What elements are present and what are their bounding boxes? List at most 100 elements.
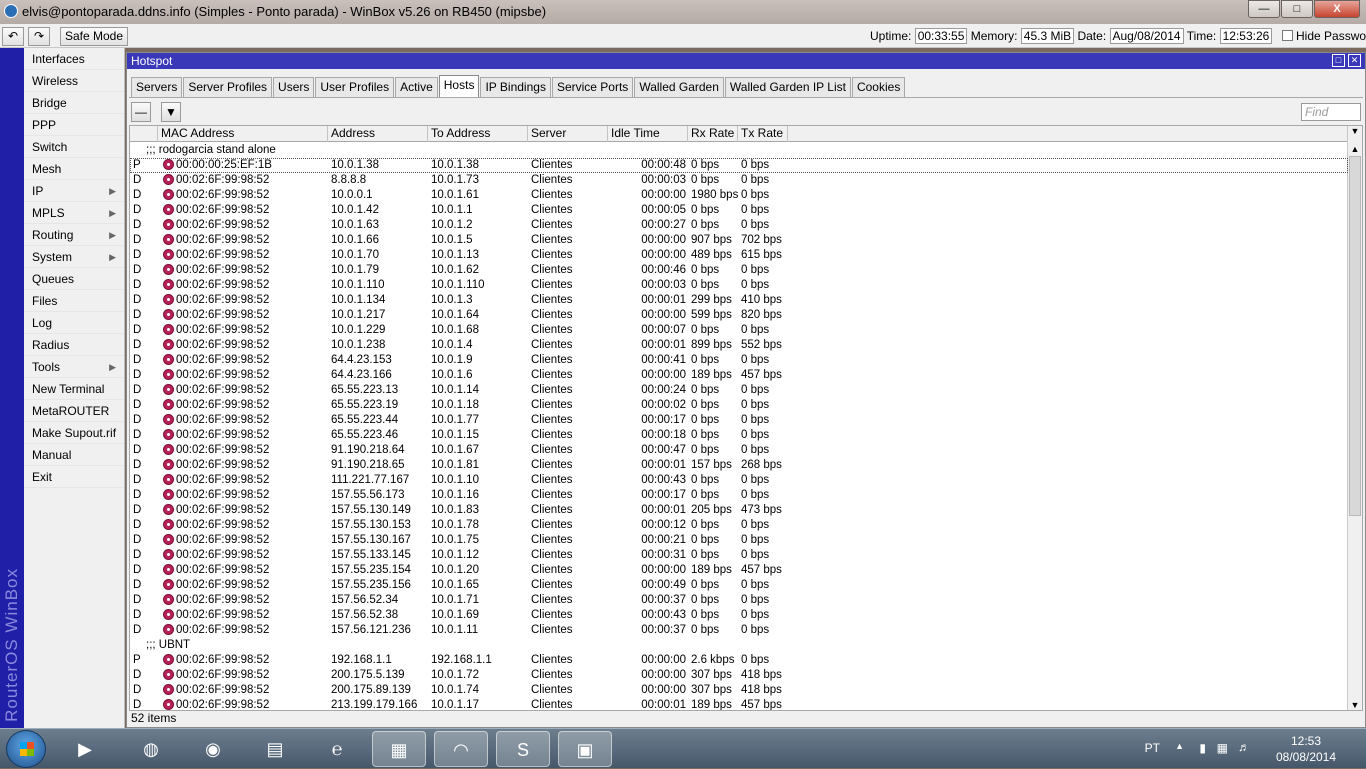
- table-row[interactable]: D 00:02:6F:99:98:52 10.0.0.1 10.0.1.61 Clien…: [130, 188, 1348, 203]
- column-header-idle-time[interactable]: Idle Time: [608, 126, 688, 142]
- filter-icon[interactable]: ▼: [161, 102, 181, 122]
- volume-icon[interactable]: ♬: [1238, 740, 1250, 754]
- table-row[interactable]: D 00:02:6F:99:98:52 10.0.1.42 10.0.1.1 Clien…: [130, 203, 1348, 218]
- table-row[interactable]: D 00:02:6F:99:98:52 91.190.218.64 10.0.1.67…: [130, 443, 1348, 458]
- menu-item-ppp[interactable]: PPP: [24, 114, 124, 136]
- table-row[interactable]: D 00:02:6F:99:98:52 10.0.1.229 10.0.1.68 Cli…: [130, 323, 1348, 338]
- table-row[interactable]: D 00:02:6F:99:98:52 10.0.1.66 10.0.1.5 Clien…: [130, 233, 1348, 248]
- remote-desktop-icon[interactable]: ▦: [372, 731, 426, 767]
- menu-item-mpls[interactable]: MPLS ▶: [24, 202, 124, 224]
- menu-item-exit[interactable]: Exit: [24, 466, 124, 488]
- column-header-server[interactable]: Server: [528, 126, 608, 142]
- tab-service-ports[interactable]: Service Ports: [551, 77, 634, 98]
- column-header-tx-rate[interactable]: Tx Rate: [738, 126, 788, 142]
- table-row[interactable]: D 00:02:6F:99:98:52 91.190.218.65 10.0.1.81…: [130, 458, 1348, 473]
- tab-servers[interactable]: Servers: [131, 77, 183, 98]
- tab-server-profiles[interactable]: Server Profiles: [183, 77, 273, 98]
- table-row[interactable]: D 00:02:6F:99:98:52 8.8.8.8 10.0.1.73 Client…: [130, 173, 1348, 188]
- table-row[interactable]: D 00:02:6F:99:98:52 64.4.23.153 10.0.1.9 Cli…: [130, 353, 1348, 368]
- minimize-button[interactable]: —: [1248, 0, 1280, 18]
- table-row[interactable]: D 00:02:6F:99:98:52 157.55.130.167 10.0.1.7…: [130, 533, 1348, 548]
- table-row[interactable]: D 00:02:6F:99:98:52 157.55.56.173 10.0.1.16…: [130, 488, 1348, 503]
- tab-walled-garden-ip-list[interactable]: Walled Garden IP List: [724, 77, 851, 98]
- tab-cookies[interactable]: Cookies: [851, 77, 906, 98]
- group-comment-row[interactable]: ;;; UBNT: [130, 638, 1348, 653]
- ie-icon[interactable]: ℮: [310, 731, 364, 767]
- scroll-up-arrow-icon[interactable]: ▲: [1349, 144, 1361, 154]
- menu-item-log[interactable]: Log: [24, 312, 124, 334]
- table-row[interactable]: D 00:02:6F:99:98:52 157.55.235.156 10.0.1.6…: [130, 578, 1348, 593]
- maximize-button[interactable]: □: [1281, 0, 1313, 18]
- battery-icon[interactable]: ▮: [1199, 741, 1206, 755]
- table-row[interactable]: D 00:02:6F:99:98:52 157.55.130.153 10.0.1.7…: [130, 518, 1348, 533]
- network-icon[interactable]: ▦: [1217, 741, 1228, 755]
- menu-item-manual[interactable]: Manual: [24, 444, 124, 466]
- start-button[interactable]: [6, 730, 46, 768]
- table-row[interactable]: D 00:02:6F:99:98:52 65.55.223.13 10.0.1.14 C…: [130, 383, 1348, 398]
- menu-item-routing[interactable]: Routing ▶: [24, 224, 124, 246]
- tab-active[interactable]: Active: [395, 77, 438, 98]
- table-row[interactable]: D 00:02:6F:99:98:52 10.0.1.110 10.0.1.110 Cl…: [130, 278, 1348, 293]
- table-row[interactable]: P 00:00:00:25:EF:1B 10.0.1.38 10.0.1.38 Clie…: [130, 158, 1348, 173]
- scroll-bottom-arrow-icon[interactable]: ▼: [1349, 700, 1361, 710]
- table-row[interactable]: D 00:02:6F:99:98:52 111.221.77.167 10.0.1.1…: [130, 473, 1348, 488]
- window-app-icon[interactable]: ▣: [558, 731, 612, 767]
- menu-item-make-supout-rif[interactable]: Make Supout.rif: [24, 422, 124, 444]
- table-row[interactable]: D 00:02:6F:99:98:52 10.0.1.63 10.0.1.2 Clien…: [130, 218, 1348, 233]
- menu-item-bridge[interactable]: Bridge: [24, 92, 124, 114]
- safe-mode-button[interactable]: Safe Mode: [60, 27, 128, 46]
- menu-item-new-terminal[interactable]: New Terminal: [24, 378, 124, 400]
- table-row[interactable]: D 00:02:6F:99:98:52 157.55.130.149 10.0.1.8…: [130, 503, 1348, 518]
- tab-hosts[interactable]: Hosts: [438, 75, 480, 98]
- table-row[interactable]: D 00:02:6F:99:98:52 65.55.223.19 10.0.1.18 C…: [130, 398, 1348, 413]
- table-row[interactable]: D 00:02:6F:99:98:52 10.0.1.217 10.0.1.64 Cli…: [130, 308, 1348, 323]
- scrollbar-thumb[interactable]: [1349, 156, 1361, 516]
- redo-icon[interactable]: ↷: [28, 27, 50, 46]
- group-comment-row[interactable]: ;;; rodogarcia stand alone: [130, 143, 1348, 158]
- media-player-icon[interactable]: ▶: [58, 731, 112, 767]
- table-row[interactable]: D 00:02:6F:99:98:52 157.55.235.154 10.0.1.2…: [130, 563, 1348, 578]
- close-button[interactable]: X: [1314, 0, 1360, 18]
- table-row[interactable]: D 00:02:6F:99:98:52 157.56.52.38 10.0.1.69 C…: [130, 608, 1348, 623]
- explorer-folder-icon[interactable]: ▤: [248, 731, 302, 767]
- chrome-icon[interactable]: ◉: [186, 731, 240, 767]
- menu-item-queues[interactable]: Queues: [24, 268, 124, 290]
- column-header-to-address[interactable]: To Address: [428, 126, 528, 142]
- menu-item-radius[interactable]: Radius: [24, 334, 124, 356]
- winbox-icon[interactable]: ◠: [434, 731, 488, 767]
- table-row[interactable]: P 00:02:6F:99:98:52 192.168.1.1 192.168.1.1…: [130, 653, 1348, 668]
- column-header-rx-rate[interactable]: Rx Rate: [688, 126, 738, 142]
- vertical-scrollbar[interactable]: ▼ ▲ ▼: [1347, 126, 1362, 710]
- minus-icon[interactable]: —: [131, 102, 151, 122]
- tab-ip-bindings[interactable]: IP Bindings: [480, 77, 551, 98]
- menu-item-mesh[interactable]: Mesh: [24, 158, 124, 180]
- table-row[interactable]: D 00:02:6F:99:98:52 10.0.1.70 10.0.1.13 Clie…: [130, 248, 1348, 263]
- menu-item-interfaces[interactable]: Interfaces: [24, 48, 124, 70]
- column-header-flag[interactable]: [130, 126, 158, 142]
- table-row[interactable]: D 00:02:6F:99:98:52 64.4.23.166 10.0.1.6 Cli…: [130, 368, 1348, 383]
- table-row[interactable]: D 00:02:6F:99:98:52 65.55.223.44 10.0.1.77 C…: [130, 413, 1348, 428]
- menu-item-tools[interactable]: Tools ▶: [24, 356, 124, 378]
- hide-passwords-checkbox[interactable]: [1281, 30, 1293, 41]
- undo-icon[interactable]: ↶: [2, 27, 24, 46]
- menu-item-files[interactable]: Files: [24, 290, 124, 312]
- table-row[interactable]: D 00:02:6F:99:98:52 157.56.52.34 10.0.1.71 C…: [130, 593, 1348, 608]
- menu-item-ip[interactable]: IP ▶: [24, 180, 124, 202]
- table-row[interactable]: D 00:02:6F:99:98:52 10.0.1.134 10.0.1.3 Clie…: [130, 293, 1348, 308]
- skype-icon[interactable]: S: [496, 731, 550, 767]
- table-row[interactable]: D 00:02:6F:99:98:52 200.175.89.139 10.0.1.7…: [130, 683, 1348, 698]
- menu-item-system[interactable]: System ▶: [24, 246, 124, 268]
- column-header-mac-address[interactable]: MAC Address: [158, 126, 328, 142]
- tab-users[interactable]: Users: [273, 77, 315, 98]
- menu-item-switch[interactable]: Switch: [24, 136, 124, 158]
- table-row[interactable]: D 00:02:6F:99:98:52 200.175.5.139 10.0.1.72…: [130, 668, 1348, 683]
- table-row[interactable]: D 00:02:6F:99:98:52 10.0.1.238 10.0.1.4 Clie…: [130, 338, 1348, 353]
- tab-walled-garden[interactable]: Walled Garden: [634, 77, 724, 98]
- scroll-down-arrow-icon[interactable]: ▼: [1349, 126, 1361, 136]
- menu-item-metarouter[interactable]: MetaROUTER: [24, 400, 124, 422]
- restore-icon[interactable]: □: [1332, 54, 1345, 67]
- language-indicator[interactable]: PT: [1145, 741, 1160, 755]
- table-row[interactable]: D 00:02:6F:99:98:52 213.199.179.166 10.0.1.…: [130, 698, 1348, 710]
- column-header-address[interactable]: Address: [328, 126, 428, 142]
- globe-download-icon[interactable]: ◍: [124, 731, 178, 767]
